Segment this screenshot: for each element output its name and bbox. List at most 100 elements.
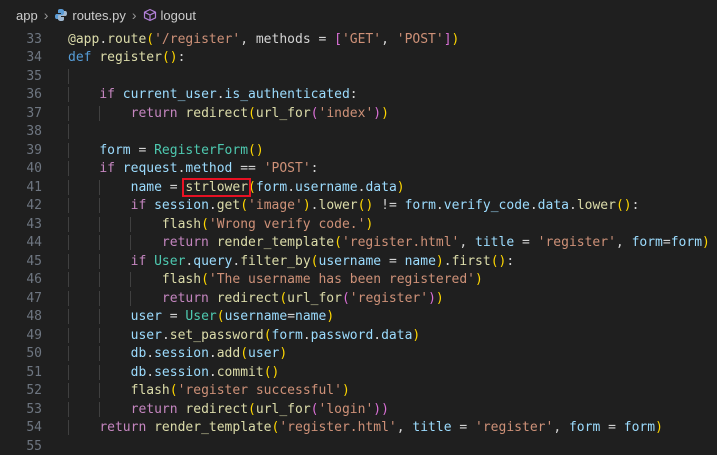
code-line[interactable]: 50 db.session.add(user)	[0, 345, 717, 364]
code-token: (	[279, 290, 288, 306]
code-token: 'POST'	[396, 31, 444, 47]
line-number: 40	[26, 161, 42, 177]
code-token: return	[99, 420, 147, 436]
code-content	[68, 68, 717, 84]
code-token: .	[216, 87, 225, 103]
code-token: return	[130, 105, 178, 121]
code-token: :	[506, 253, 515, 269]
code-line[interactable]: 55	[0, 437, 717, 455]
code-line[interactable]: 35	[0, 67, 717, 86]
code-line[interactable]: 41 name = strlower(form.username.data)	[0, 178, 717, 197]
breadcrumb-symbol[interactable]: logout	[143, 8, 196, 23]
code-line[interactable]: 34 def register():	[0, 49, 717, 68]
code-line[interactable]: 33 @app.route('/register', methods = ['GE…	[0, 30, 717, 49]
code-token: =	[130, 142, 155, 158]
code-token: ==	[232, 161, 264, 177]
code-content: if session.get('image').lower() != form.…	[68, 198, 717, 214]
code-token: name	[130, 179, 162, 195]
code-token: (	[201, 216, 209, 232]
indent-guide	[68, 161, 69, 177]
line-number: 42	[26, 198, 42, 214]
indent-guide	[68, 253, 69, 269]
code-content: user.set_password(form.password.data)	[68, 327, 717, 343]
code-token: user	[248, 346, 280, 362]
indent-guide	[68, 105, 69, 121]
code-token: )	[451, 31, 460, 47]
code-token: .	[310, 198, 319, 214]
code-token: .	[443, 253, 452, 269]
code-editor[interactable]: 33 @app.route('/register', methods = ['GE…	[0, 30, 717, 455]
breadcrumb-folder[interactable]: app	[16, 8, 38, 23]
code-token: .	[287, 179, 296, 195]
code-line[interactable]: 48 user = User(username=name)	[0, 308, 717, 327]
code-token: [	[334, 31, 342, 47]
code-token: form	[271, 327, 303, 343]
line-number: 39	[26, 142, 42, 158]
code-token: user	[130, 327, 162, 343]
code-token: name	[404, 253, 436, 269]
code-token: render_template	[154, 420, 272, 436]
code-line[interactable]: 46 flash('The username has been register…	[0, 271, 717, 290]
code-token: flash	[130, 383, 170, 399]
code-line[interactable]: 52 flash('register successful')	[0, 382, 717, 401]
code-token: url_for	[255, 401, 311, 417]
method-cube-icon	[143, 8, 156, 22]
code-line[interactable]: 39 form = RegisterForm()	[0, 141, 717, 160]
code-line[interactable]: 47 return redirect(url_for('register'))	[0, 289, 717, 308]
code-line[interactable]: 43 flash('Wrong verify code.')	[0, 215, 717, 234]
code-token: ]	[443, 31, 452, 47]
code-content: @app.route('/register', methods = ['GET'…	[68, 32, 717, 47]
code-line[interactable]: 36 if current_user.is_authenticated:	[0, 86, 717, 105]
breadcrumb: app › routes.py › logout	[0, 0, 717, 30]
breadcrumb-file[interactable]: routes.py	[54, 7, 126, 23]
indent-guide	[68, 383, 69, 399]
line-number: 45	[26, 253, 42, 269]
code-token: return	[161, 290, 209, 306]
code-token: (	[240, 198, 249, 214]
indent-guide	[68, 364, 69, 380]
code-token: .	[373, 327, 382, 343]
code-content: flash('The username has been registered'…	[68, 272, 717, 288]
python-file-icon	[55, 9, 68, 21]
code-token: .	[302, 327, 311, 343]
code-token: form	[568, 420, 601, 436]
code-token: form	[631, 235, 663, 251]
code-line[interactable]: 38	[0, 123, 717, 142]
code-token: (	[263, 327, 272, 343]
code-token: , methods =	[240, 31, 335, 47]
code-content: def register():	[68, 50, 717, 65]
code-token: ,	[381, 31, 397, 47]
code-token: current_user	[122, 87, 217, 103]
code-content	[68, 124, 717, 140]
code-token: (	[240, 346, 249, 362]
indent-guide	[68, 87, 69, 103]
line-number: 52	[26, 383, 42, 399]
code-token: )	[365, 216, 374, 232]
breadcrumb-file-label: routes.py	[72, 7, 126, 23]
code-token: (	[201, 272, 209, 288]
indent-guide	[99, 346, 100, 362]
code-token: RegisterForm	[154, 142, 249, 158]
code-token: session	[154, 198, 209, 214]
code-line[interactable]: 44 return render_template('register.html…	[0, 234, 717, 253]
code-token: add	[216, 346, 241, 362]
code-line[interactable]: 54 return render_template('register.html…	[0, 419, 717, 438]
indent-guide	[68, 401, 69, 417]
code-line[interactable]: 37 return redirect(url_for('index'))	[0, 104, 717, 123]
chevron-right-icon: ›	[43, 7, 49, 23]
code-line[interactable]: 42 if session.get('image').lower() != fo…	[0, 197, 717, 216]
indent-guide	[99, 290, 100, 306]
code-line[interactable]: 49 user.set_password(form.password.data)	[0, 326, 717, 345]
code-line[interactable]: 40 if request.method == 'POST':	[0, 160, 717, 179]
code-line[interactable]: 51 db.session.commit()	[0, 363, 717, 382]
code-token: data	[365, 179, 397, 195]
code-token: 'register'	[475, 420, 554, 436]
code-content: return redirect(url_for('login'))	[68, 401, 717, 417]
code-content: return redirect(url_for('index'))	[68, 105, 717, 121]
code-line[interactable]: 45 if User.query.filter_by(username = na…	[0, 252, 717, 271]
indent-guide	[68, 272, 69, 288]
code-line[interactable]: 53 return redirect(url_for('login'))	[0, 400, 717, 419]
code-token: .	[161, 327, 170, 343]
code-content: db.session.commit()	[68, 364, 717, 380]
